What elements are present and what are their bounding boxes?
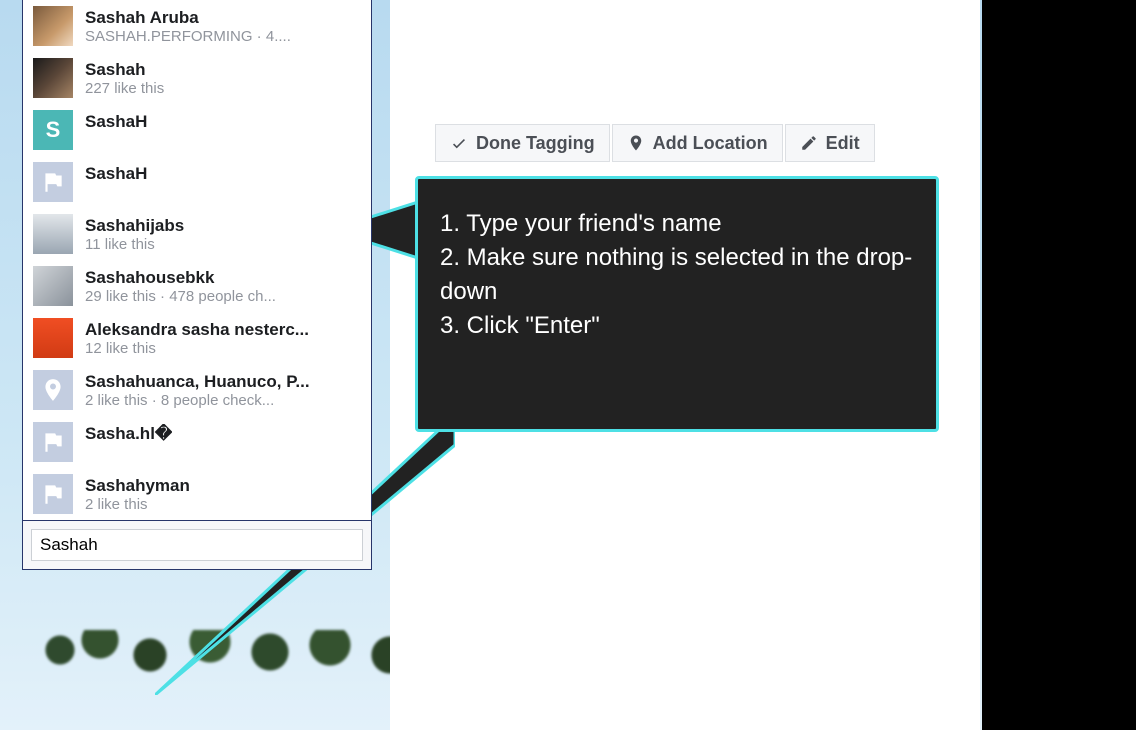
- instruction-line-2: 2. Make sure nothing is selected in the …: [440, 241, 914, 309]
- suggestion-text: SashaH: [85, 110, 147, 132]
- avatar: [33, 318, 73, 358]
- add-location-label: Add Location: [653, 133, 768, 154]
- suggestion-name: SashaH: [85, 164, 147, 184]
- edit-label: Edit: [826, 133, 860, 154]
- location-pin-icon: [627, 134, 645, 152]
- avatar: [33, 422, 73, 462]
- suggestion-text: Sasha.hl�: [85, 422, 172, 444]
- suggestion-item[interactable]: Sashah227 like this: [23, 52, 371, 104]
- suggestion-name: Sashahyman: [85, 476, 190, 496]
- avatar: [33, 214, 73, 254]
- photo-toolbar: Done Tagging Add Location Edit: [435, 124, 875, 162]
- suggestion-item[interactable]: Sashahyman2 like this: [23, 468, 371, 520]
- suggestion-subtext: 2 like this: [85, 496, 190, 513]
- check-icon: [450, 134, 468, 152]
- instruction-line-1: 1. Type your friend's name: [440, 207, 914, 241]
- suggestion-name: Sashahijabs: [85, 216, 184, 236]
- avatar: [33, 474, 73, 514]
- suggestion-name: SashaH: [85, 112, 147, 132]
- suggestion-item[interactable]: Sasha.hl�: [23, 416, 371, 468]
- flag-icon: [40, 481, 66, 507]
- add-location-button[interactable]: Add Location: [612, 124, 783, 162]
- suggestion-name: Sashah Aruba: [85, 8, 291, 28]
- suggestion-text: Sashahuanca, Huanuco, P...2 like this · …: [85, 370, 310, 409]
- edit-button[interactable]: Edit: [785, 124, 875, 162]
- suggestion-item[interactable]: Sashah ArubaSASHAH.PERFORMING · 4....: [23, 0, 371, 52]
- suggestion-text: Sashahousebkk29 like this · 478 people c…: [85, 266, 276, 305]
- suggestion-name: Sashahousebkk: [85, 268, 276, 288]
- suggestion-subtext: 11 like this: [85, 236, 184, 253]
- suggestion-subtext: SASHAH.PERFORMING · 4....: [85, 28, 291, 45]
- flag-icon: [40, 429, 66, 455]
- suggestion-text: Sashah227 like this: [85, 58, 164, 97]
- suggestion-subtext: 2 like this · 8 people check...: [85, 392, 310, 409]
- suggestion-item[interactable]: S SashaH: [23, 104, 371, 156]
- suggestion-name: Aleksandra sasha nesterc...: [85, 320, 309, 340]
- tag-input[interactable]: [31, 529, 363, 561]
- location-pin-icon: [40, 377, 66, 403]
- tag-suggestion-dropdown: Sashah ArubaSASHAH.PERFORMING · 4....Sas…: [22, 0, 372, 570]
- done-tagging-button[interactable]: Done Tagging: [435, 124, 610, 162]
- suggestion-text: Sashahyman2 like this: [85, 474, 190, 513]
- background-black-bar: [982, 0, 1136, 730]
- suggestion-item[interactable]: Sashahousebkk29 like this · 478 people c…: [23, 260, 371, 312]
- suggestion-name: Sashahuanca, Huanuco, P...: [85, 372, 310, 392]
- avatar: [33, 6, 73, 46]
- tag-input-wrap: [23, 520, 371, 569]
- suggestion-name: Sasha.hl�: [85, 424, 172, 444]
- suggestion-subtext: 12 like this: [85, 340, 309, 357]
- suggestion-item[interactable]: Sashahuanca, Huanuco, P...2 like this · …: [23, 364, 371, 416]
- avatar: [33, 58, 73, 98]
- flag-icon: [40, 169, 66, 195]
- instruction-callout: 1. Type your friend's name 2. Make sure …: [415, 176, 939, 432]
- avatar: [33, 162, 73, 202]
- suggestion-text: Aleksandra sasha nesterc...12 like this: [85, 318, 309, 357]
- avatar: S: [33, 110, 73, 150]
- done-tagging-label: Done Tagging: [476, 133, 595, 154]
- instruction-line-3: 3. Click "Enter": [440, 309, 914, 343]
- suggestion-text: Sashahijabs11 like this: [85, 214, 184, 253]
- suggestion-subtext: 29 like this · 478 people ch...: [85, 288, 276, 305]
- pencil-icon: [800, 134, 818, 152]
- suggestion-text: Sashah ArubaSASHAH.PERFORMING · 4....: [85, 6, 291, 45]
- suggestion-item[interactable]: Aleksandra sasha nesterc...12 like this: [23, 312, 371, 364]
- suggestion-item[interactable]: Sashahijabs11 like this: [23, 208, 371, 260]
- suggestion-item[interactable]: SashaH: [23, 156, 371, 208]
- suggestion-subtext: 227 like this: [85, 80, 164, 97]
- suggestion-name: Sashah: [85, 60, 164, 80]
- suggestion-text: SashaH: [85, 162, 147, 184]
- avatar: [33, 370, 73, 410]
- avatar: [33, 266, 73, 306]
